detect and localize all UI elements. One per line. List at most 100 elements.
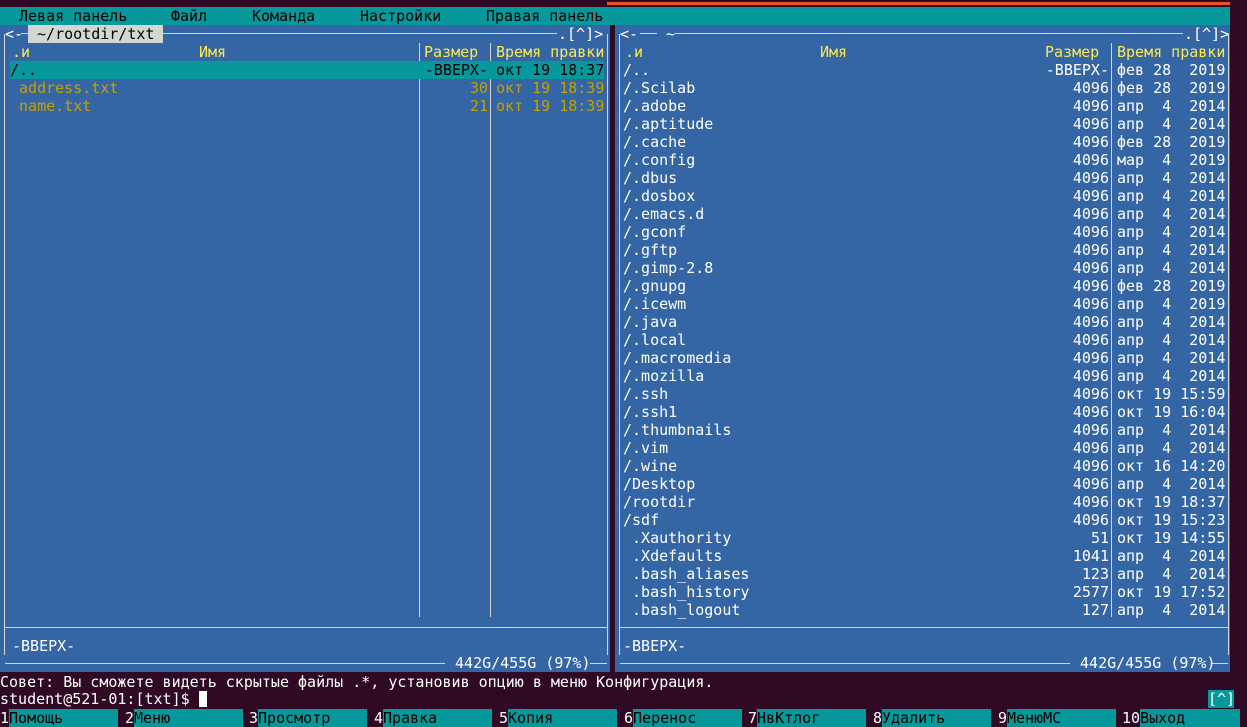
menu-right-panel[interactable]: Правая панель [486,7,603,25]
left-col-size-header[interactable]: Размер [424,43,478,61]
fkey-5[interactable]: 5Копия [499,709,624,727]
file-size: 4096 [1072,331,1109,349]
fkey-2[interactable]: 2Меню [125,709,250,727]
fkey-9[interactable]: 9МенюMC [998,709,1123,727]
table-row[interactable]: /.mozilla 4096 апр 4 2014 [623,367,1227,385]
file-size: 4096 [1072,151,1109,169]
right-col-time-header[interactable]: Время правки [1117,43,1225,61]
right-panel-corner-button[interactable]: .[^]> [1184,25,1229,43]
table-row[interactable]: /.. -ВВЕРХ-окт 19 18:37 [10,61,604,79]
table-row[interactable]: /.gconf 4096 апр 4 2014 [623,223,1227,241]
file-time: апр 4 2014 [1117,439,1226,457]
left-col-name-header[interactable]: Имя [199,43,226,61]
table-row[interactable]: /.icewm 4096 апр 4 2019 [623,295,1227,313]
table-row[interactable]: /.macromedia 4096 апр 4 2014 [623,349,1227,367]
table-row[interactable]: .bash_logout 127 апр 4 2014 [623,601,1227,619]
terminal-scrollbar[interactable] [1230,0,1247,690]
file-name: /.mozilla [623,367,705,385]
table-row[interactable]: /.emacs.d 4096 апр 4 2014 [623,205,1227,223]
table-row[interactable]: /.Scilab 4096 фев 28 2019 [623,79,1227,97]
table-row[interactable]: /.ssh 4096 окт 19 15:59 [623,385,1227,403]
fkey-3[interactable]: 3Просмотр [249,709,374,727]
right-panel-bottom-border [620,663,1070,664]
right-panel-top-border [675,33,1183,34]
file-time: апр 4 2014 [1117,421,1226,439]
file-size: -ВВЕРХ- [424,61,488,79]
table-row[interactable]: /.thumbnails 4096 апр 4 2014 [623,421,1227,439]
right-col-sort-indicator[interactable]: .и [625,43,643,61]
table-row[interactable]: /.ssh1 4096 окт 19 16:04 [623,403,1227,421]
file-size: 4096 [1072,403,1109,421]
file-time: апр 4 2014 [1117,205,1226,223]
fkey-10[interactable]: 10Выход [1122,709,1247,727]
file-name: /.gconf [623,223,687,241]
table-row[interactable]: .bash_aliases 123 апр 4 2014 [623,565,1227,583]
table-row[interactable]: /.gnupg 4096 фев 28 2019 [623,277,1227,295]
right-panel-disk-free: 442G/455G (97%) [1071,654,1225,672]
table-row[interactable]: /.. -ВВЕРХ-фев 28 2019 [623,61,1227,79]
left-col-time-header[interactable]: Время правки [496,43,604,61]
left-panel-corner-button[interactable]: .[^]> [558,25,603,43]
left-panel[interactable]: <- ~/rootdir/txt .[^]> .и Имя Размер Вре… [0,25,610,672]
table-row[interactable]: /rootdir 4096 окт 19 18:37 [623,493,1227,511]
file-time: апр 4 2014 [1117,547,1226,565]
table-row[interactable]: /.cache 4096 фев 28 2019 [623,133,1227,151]
file-time: окт 19 18:39 [496,97,605,115]
file-size: 4096 [1072,133,1109,151]
file-size: 2577 [1072,583,1109,601]
table-row[interactable]: /.wine 4096 окт 16 14:20 [623,457,1227,475]
file-time: окт 19 15:59 [1117,385,1226,403]
table-row[interactable]: /.dosbox 4096 апр 4 2014 [623,187,1227,205]
file-name: /.macromedia [623,349,732,367]
left-panel-path[interactable]: ~/rootdir/txt [28,25,164,43]
right-panel-path[interactable]: ~ [657,25,684,43]
left-panel-bottom-border [5,663,445,664]
table-row[interactable]: .bash_history 2577 окт 19 17:52 [623,583,1227,601]
file-name: name.txt [10,97,92,115]
file-time: апр 4 2014 [1117,367,1226,385]
table-row[interactable]: name.txt 21 окт 19 18:39 [10,97,604,115]
table-row[interactable]: /.gftp 4096 апр 4 2014 [623,241,1227,259]
table-row[interactable]: /.adobe 4096 апр 4 2014 [623,97,1227,115]
right-col-name-header[interactable]: Имя [820,43,847,61]
file-time: апр 4 2014 [1117,97,1226,115]
menu-left-panel[interactable]: Левая панель [19,7,127,25]
right-panel[interactable]: <- ~ .[^]> .и Имя Размер Время правки /.… [615,25,1230,672]
table-row[interactable]: .Xdefaults 1041 апр 4 2014 [623,547,1227,565]
table-row[interactable]: /.gimp-2.8 4096 апр 4 2014 [623,259,1227,277]
left-panel-history-button[interactable]: <- [5,25,23,43]
fkey-6[interactable]: 6Перенос [624,709,749,727]
table-row[interactable]: /.local 4096 апр 4 2014 [623,331,1227,349]
right-panel-history-button[interactable]: <- [620,25,638,43]
file-size: 127 [1081,601,1109,619]
file-size: 4096 [1072,79,1109,97]
right-col-size-header[interactable]: Размер [1045,43,1099,61]
file-time: апр 4 2019 [1117,295,1226,313]
table-row[interactable]: /sdf 4096 окт 19 15:23 [623,511,1227,529]
file-size: 4096 [1072,475,1109,493]
subshell-toggle-button[interactable]: [^] [1208,690,1235,708]
left-col-sort-indicator[interactable]: .и [12,43,30,61]
table-row[interactable]: /.dbus 4096 апр 4 2014 [623,169,1227,187]
table-row[interactable]: /Desktop 4096 апр 4 2014 [623,475,1227,493]
fkey-7[interactable]: 7НвКтлог [748,709,873,727]
menu-command[interactable]: Команда [252,7,315,25]
file-time: апр 4 2014 [1117,349,1226,367]
fkey-number: 3 [249,709,259,727]
file-size: 4096 [1072,385,1109,403]
table-row[interactable]: /.aptitude 4096 апр 4 2014 [623,115,1227,133]
table-row[interactable]: /.java 4096 апр 4 2014 [623,313,1227,331]
fkey-8[interactable]: 8Удалить [873,709,998,727]
command-line[interactable]: student@521-01:[txt]$ [0,690,1230,708]
table-row[interactable]: .Xauthority 51 окт 19 14:55 [623,529,1227,547]
fkey-4[interactable]: 4Правка [374,709,499,727]
menu-settings[interactable]: Настройки [360,7,441,25]
file-name: address.txt [10,79,119,97]
table-row[interactable]: address.txt 30 окт 19 18:39 [10,79,604,97]
left-col-divider-2 [490,43,491,617]
menu-file[interactable]: Файл [171,7,207,25]
fkey-label: Просмотр [258,709,368,727]
fkey-1[interactable]: 1Помощь [0,709,125,727]
table-row[interactable]: /.config 4096 мар 4 2019 [623,151,1227,169]
table-row[interactable]: /.vim 4096 апр 4 2014 [623,439,1227,457]
